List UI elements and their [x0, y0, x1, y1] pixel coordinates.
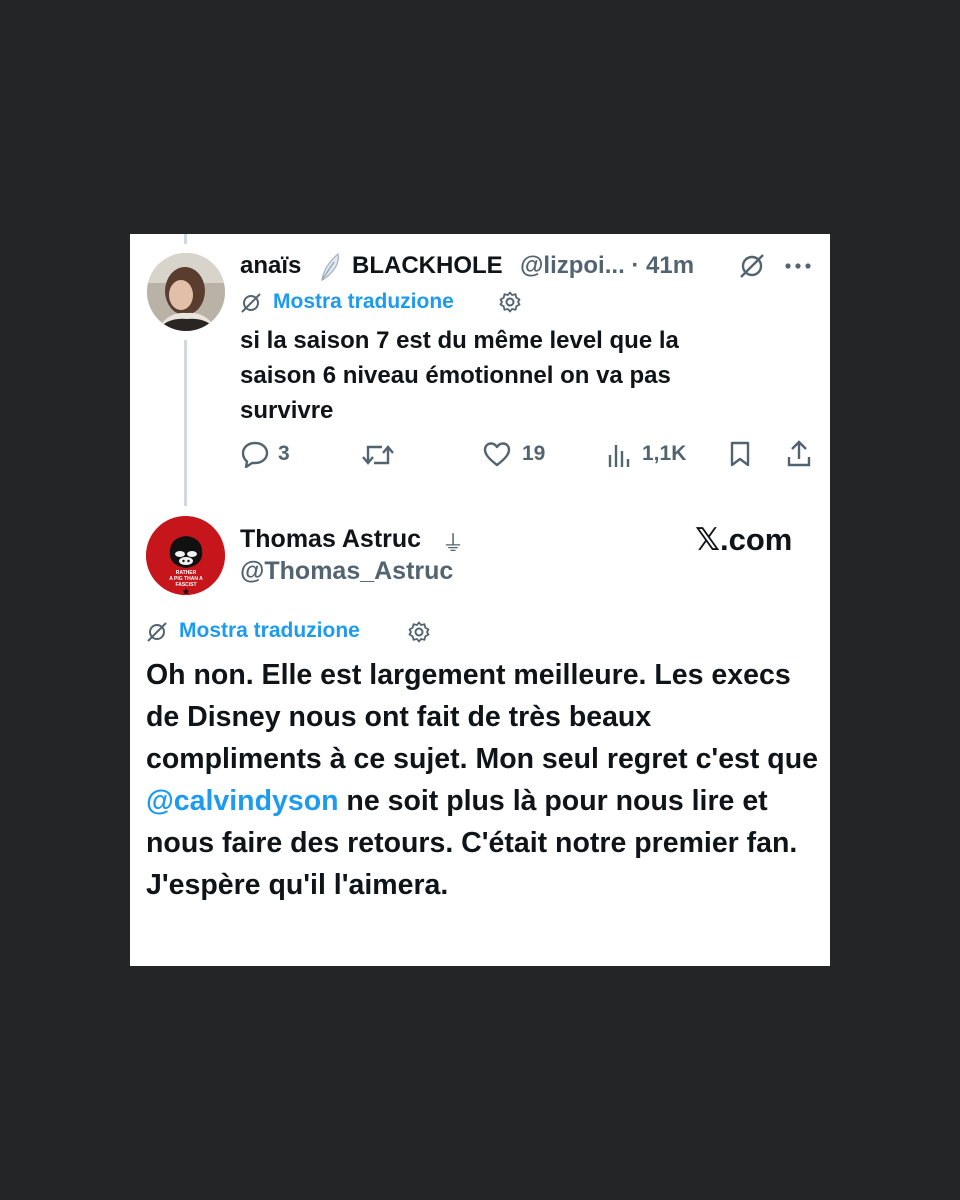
tweet-text: si la saison 7 est du même level que la …	[240, 327, 679, 424]
avatar[interactable]	[147, 253, 225, 331]
share-icon[interactable]	[785, 439, 813, 469]
display-name[interactable]: anaïs	[240, 252, 301, 280]
views-icon[interactable]	[606, 441, 632, 469]
avatar[interactable]: RATHER A PIG THAN A FASCIST	[146, 516, 225, 595]
display-name-suffix: BLACKHOLE	[352, 252, 503, 279]
tweet-text-part1: Oh non. Elle est largement meilleure. Le…	[146, 659, 818, 775]
reply-count: 3	[278, 442, 290, 465]
handle-time[interactable]: @lizpoi... · 41m	[520, 252, 694, 280]
retweet-icon[interactable]	[360, 441, 396, 469]
grok-icon[interactable]	[738, 252, 766, 280]
thread-line	[184, 340, 187, 506]
settings-gear-icon[interactable]	[407, 620, 431, 644]
tweet-text: Oh non. Elle est largement meilleure. Le…	[146, 654, 826, 906]
thread-line-top	[184, 234, 187, 244]
settings-gear-icon[interactable]	[498, 290, 522, 314]
name-symbol: ⏚	[442, 531, 465, 556]
show-translation-link[interactable]: Mostra traduzione	[179, 619, 360, 643]
translate-icon	[240, 292, 262, 314]
avatar-caption-line3: FASCIST	[175, 582, 196, 588]
tweet-card: anaïs BLACKHOLE @lizpoi... · 41m Mostra …	[130, 234, 830, 966]
feather-emoji-icon	[316, 252, 344, 282]
x-logo: 𝕏.com	[695, 522, 793, 557]
display-name[interactable]: Thomas Astruc	[240, 525, 421, 554]
view-count: 1,1K	[642, 442, 687, 465]
bookmark-icon[interactable]	[728, 440, 752, 468]
like-count: 19	[522, 442, 546, 465]
like-icon[interactable]	[482, 440, 512, 468]
mention-link[interactable]: @calvindyson	[146, 785, 339, 817]
translate-icon	[146, 621, 168, 643]
more-options-icon[interactable]	[784, 262, 812, 270]
handle[interactable]: @Thomas_Astruc	[240, 557, 453, 586]
reply-icon[interactable]	[240, 440, 270, 468]
show-translation-link[interactable]: Mostra traduzione	[273, 290, 454, 314]
